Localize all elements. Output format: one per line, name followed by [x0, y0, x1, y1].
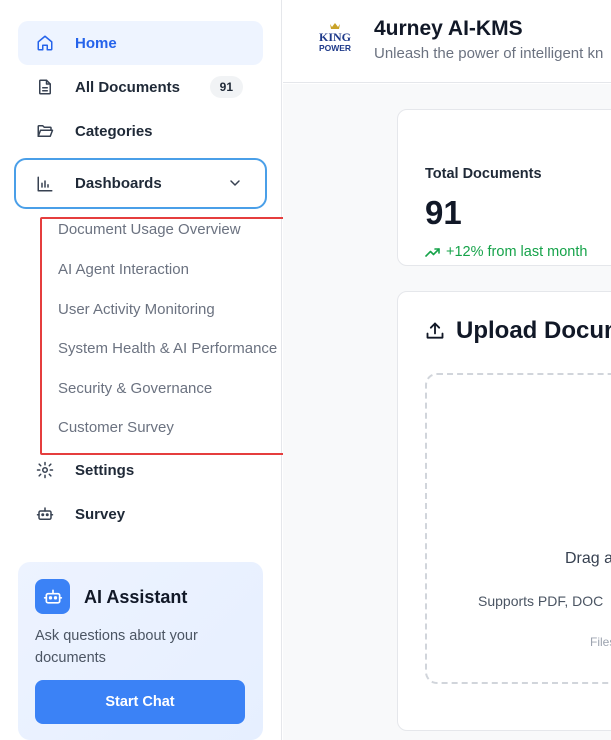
bot-icon: [35, 579, 70, 614]
submenu-item-document-usage-overview[interactable]: Document Usage Overview: [58, 221, 241, 238]
document-icon: [36, 78, 54, 96]
sidebar-item-all-documents[interactable]: All Documents 91: [18, 65, 263, 109]
sidebar-item-categories[interactable]: Categories: [18, 109, 263, 153]
upload-documents-card: Upload Docum Drag a Supports PDF, DOC Fi…: [397, 291, 611, 731]
app-subtitle: Unleash the power of intelligent kn: [374, 45, 604, 62]
svg-text:KING: KING: [319, 30, 351, 44]
folder-open-icon: [36, 122, 54, 140]
dropzone-supported-formats: Supports PDF, DOC: [478, 593, 604, 609]
bot-icon: [36, 505, 54, 523]
submenu-item-customer-survey[interactable]: Customer Survey: [58, 419, 174, 436]
ai-assistant-description: Ask questions about your documents: [35, 628, 198, 666]
start-chat-button[interactable]: Start Chat: [35, 680, 245, 724]
trending-up-icon: [425, 248, 440, 257]
upload-title: Upload Docum: [425, 317, 611, 345]
sidebar-item-label: Home: [75, 34, 117, 52]
home-icon: [36, 34, 54, 52]
sidebar-item-label: All Documents: [75, 78, 181, 96]
sidebar-item-label: Survey: [75, 505, 126, 523]
sidebar-item-home[interactable]: Home: [18, 21, 263, 65]
gear-icon: [36, 461, 54, 479]
dropzone-file-limit: Files: [590, 635, 611, 649]
sidebar-item-label: Categories: [75, 122, 153, 140]
app-title: 4urney AI-KMS: [374, 17, 523, 40]
svg-text:POWER: POWER: [319, 43, 351, 53]
stat-value: 91: [425, 194, 462, 231]
upload-icon: [426, 322, 444, 339]
submenu-item-security-governance[interactable]: Security & Governance: [58, 380, 212, 397]
dropzone-text: Drag a: [565, 550, 611, 567]
sidebar: Home All Documents 91 Categories Dashboa…: [0, 0, 297, 740]
stat-change: +12% from last month: [425, 244, 587, 260]
king-power-logo: KING POWER: [319, 23, 351, 53]
sidebar-item-label: Settings: [75, 461, 135, 479]
ai-assistant-card: AI Assistant Ask questions about your do…: [18, 562, 263, 740]
sidebar-item-settings[interactable]: Settings: [18, 448, 263, 492]
document-count-badge: 91: [209, 76, 243, 98]
submenu-item-user-activity-monitoring[interactable]: User Activity Monitoring: [58, 301, 215, 318]
top-header: KING POWER 4urney AI-KMS Unleash the pow…: [283, 0, 611, 83]
submenu-item-system-health-ai-performance[interactable]: System Health & AI Performance: [58, 340, 277, 357]
sidebar-item-survey[interactable]: Survey: [18, 492, 263, 536]
submenu-item-ai-agent-interaction[interactable]: AI Agent Interaction: [58, 261, 189, 278]
ai-assistant-title: AI Assistant: [84, 587, 188, 607]
total-documents-card: Total Documents 91 +12% from last month: [397, 109, 611, 266]
sidebar-item-dashboards[interactable]: Dashboards: [14, 158, 267, 209]
upload-title-text: Upload Docum: [456, 317, 611, 344]
main-content: Total Documents 91 +12% from last month …: [283, 84, 611, 740]
file-dropzone[interactable]: Drag a Supports PDF, DOC Files: [425, 373, 611, 684]
stat-change-text: +12% from last month: [446, 244, 588, 260]
chevron-down-icon[interactable]: [227, 175, 243, 191]
stat-label: Total Documents: [425, 166, 542, 182]
sidebar-item-label: Dashboards: [75, 175, 162, 192]
bar-chart-icon: [36, 175, 54, 193]
